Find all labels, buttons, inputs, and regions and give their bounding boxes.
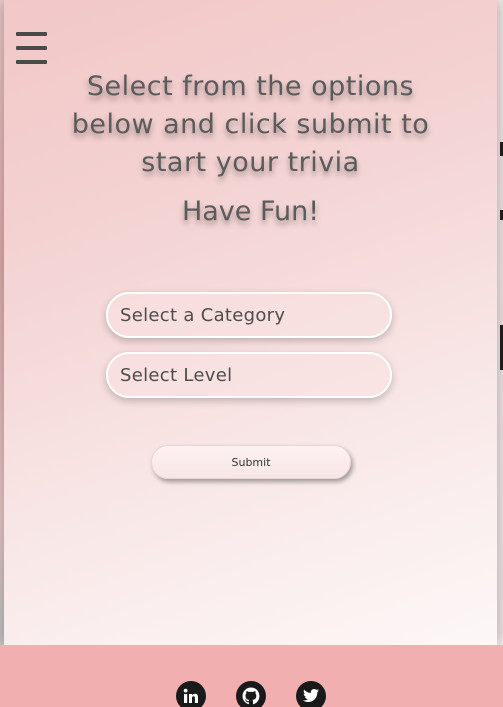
level-select[interactable]: Select Level bbox=[106, 352, 392, 398]
background-edge-right bbox=[497, 0, 503, 645]
level-select-label: Select Level bbox=[120, 364, 233, 386]
github-icon[interactable] bbox=[236, 681, 266, 707]
twitter-icon[interactable] bbox=[296, 681, 326, 707]
instructions-heading: Select from the options below and click … bbox=[71, 71, 430, 178]
submit-button-label: Submit bbox=[231, 455, 271, 469]
tagline-heading: Have Fun! bbox=[181, 196, 320, 227]
menu-bar bbox=[16, 60, 47, 64]
main-panel: Select from the options below and click … bbox=[4, 0, 497, 645]
footer bbox=[0, 645, 503, 707]
submit-button[interactable]: Submit bbox=[151, 445, 351, 479]
linkedin-icon[interactable] bbox=[176, 681, 206, 707]
category-select[interactable]: Select a Category bbox=[106, 292, 392, 338]
hamburger-menu-icon[interactable] bbox=[16, 32, 48, 68]
menu-bar bbox=[16, 46, 47, 50]
page: Select from the options below and click … bbox=[0, 0, 503, 707]
category-select-label: Select a Category bbox=[120, 304, 286, 326]
menu-bar bbox=[16, 32, 47, 36]
